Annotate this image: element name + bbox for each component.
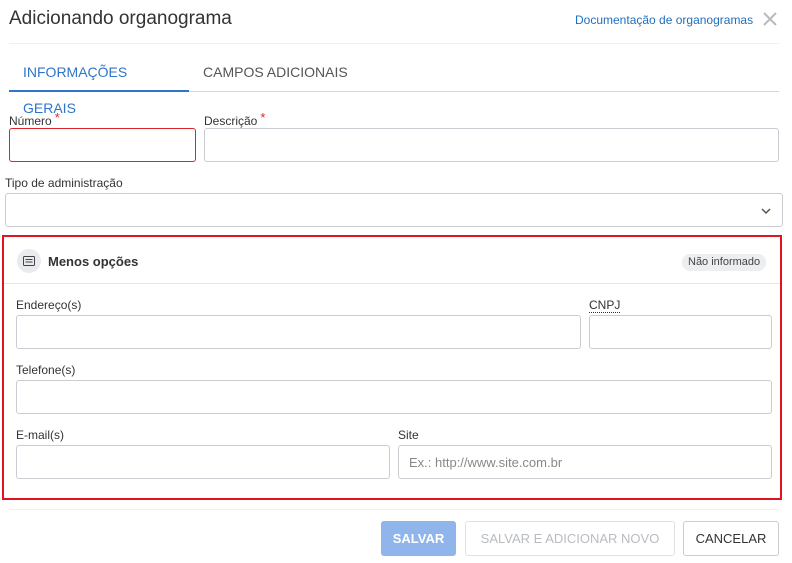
section-title: Menos opções [48,254,139,269]
cancel-button[interactable]: CANCELAR [683,521,779,556]
numero-input[interactable] [9,128,196,162]
required-mark: * [260,110,266,125]
telefones-label: Telefone(s) [16,363,76,377]
list-icon [17,249,41,273]
cnpj-input[interactable] [589,315,772,349]
menos-opcoes-section: Menos opções Não informado Endereço(s) C… [2,235,782,500]
enderecos-input[interactable] [16,315,581,349]
cnpj-label: CNPJ [589,298,621,313]
site-input[interactable] [398,445,772,479]
telefones-input[interactable] [16,380,772,414]
descricao-label: Descrição * [204,110,266,128]
emails-label: E-mail(s) [16,428,64,442]
close-button[interactable] [761,10,779,28]
required-mark: * [54,110,60,125]
enderecos-label: Endereço(s) [16,298,82,312]
tab-bar: INFORMAÇÕES GERAIS CAMPOS ADICIONAIS [9,54,779,116]
save-and-add-new-button[interactable]: SALVAR E ADICIONAR NOVO [465,521,675,556]
descricao-input[interactable] [204,128,779,162]
site-label: Site [398,428,419,442]
title-divider [9,43,779,44]
tab-campos-adicionais[interactable]: CAMPOS ADICIONAIS [189,54,362,92]
status-badge: Não informado [682,254,767,271]
tipo-administracao-label: Tipo de administração [5,176,123,190]
numero-label: Número * [9,110,60,128]
footer-divider [9,509,779,510]
dialog-title: Adicionando organograma [9,8,232,29]
emails-input[interactable] [16,445,390,479]
section-header[interactable]: Menos opções Não informado [4,237,780,284]
tab-informacoes-gerais[interactable]: INFORMAÇÕES GERAIS [9,54,189,116]
chevron-down-icon [761,208,771,215]
documentation-link[interactable]: Documentação de organogramas [575,13,753,27]
close-icon [763,12,777,26]
tipo-administracao-select[interactable] [5,193,783,227]
save-button[interactable]: SALVAR [381,521,456,556]
